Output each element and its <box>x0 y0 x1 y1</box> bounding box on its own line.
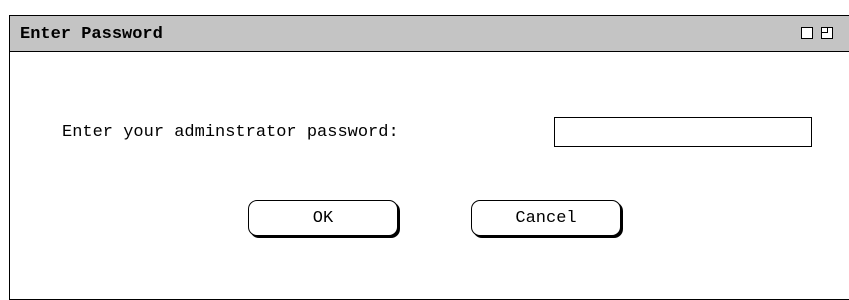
maximize-icon[interactable] <box>801 27 813 39</box>
restore-icon[interactable] <box>821 27 833 39</box>
ok-button[interactable]: OK <box>248 200 398 236</box>
password-prompt-label: Enter your adminstrator password: <box>62 123 399 142</box>
password-input[interactable] <box>554 117 812 147</box>
title-bar[interactable]: Enter Password <box>10 16 849 52</box>
dialog-title: Enter Password <box>20 25 163 44</box>
cancel-button[interactable]: Cancel <box>471 200 621 236</box>
password-dialog: Enter Password Enter your adminstrator p… <box>9 15 849 300</box>
